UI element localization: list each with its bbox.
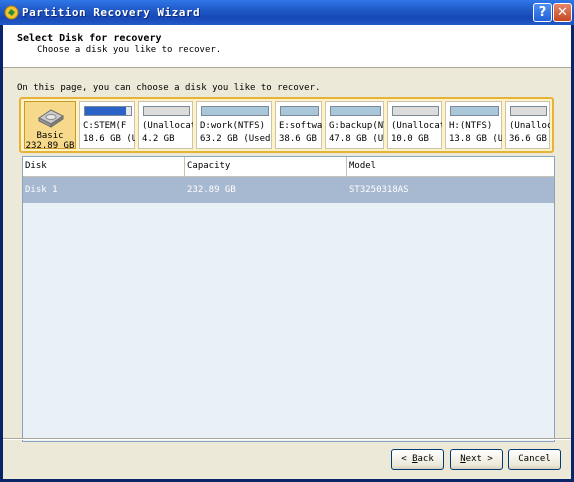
page-subtitle: Choose a disk you like to recover.: [37, 45, 222, 55]
partition-size: 10.0 GB: [391, 134, 429, 144]
partition-tile[interactable]: G:backup(NT 47.8 GB (U: [325, 101, 384, 149]
partition-name: G:backup(NT: [329, 121, 384, 131]
hard-disk-icon: [38, 109, 64, 128]
partition-name: D:work(NTFS): [200, 121, 266, 131]
partition-size: 63.2 GB (Used:: [200, 134, 272, 144]
help-button[interactable]: ?: [533, 3, 552, 22]
model-cell: ST3250318AS: [349, 185, 409, 195]
partition-tile[interactable]: C:STEM(F 18.6 GB (U: [79, 101, 135, 149]
partition-name: (Unallocat: [142, 121, 193, 131]
cancel-button[interactable]: Cancel: [508, 449, 561, 470]
column-header-model[interactable]: Model: [347, 157, 554, 176]
partition-size: 4.2 GB: [142, 134, 175, 144]
disk-type-label: Basic: [36, 131, 64, 141]
instruction-text: On this page, you can choose a disk you …: [17, 83, 321, 93]
partition-tile[interactable]: H:(NTFS) 13.8 GB (U: [445, 101, 502, 149]
wizard-window: Partition Recovery Wizard ? ✕ Select Dis…: [0, 0, 574, 482]
partition-size: 36.6 GB: [509, 134, 547, 144]
partition-size: 38.6 GB: [279, 134, 317, 144]
table-header: Disk Capacity Model: [23, 157, 554, 177]
disk-size-label: 232.89 GB: [25, 141, 75, 151]
partition-size: 18.6 GB (U: [83, 134, 135, 144]
usage-bar: [330, 106, 381, 116]
partition-name: (Unallocat: [391, 121, 442, 131]
usage-bar: [392, 106, 439, 116]
app-icon: [4, 5, 19, 20]
disk-table[interactable]: Disk Capacity Model Disk 1 232.89 GB ST3…: [22, 156, 555, 442]
partition-size: 47.8 GB (U: [329, 134, 384, 144]
usage-bar: [510, 106, 547, 116]
close-button[interactable]: ✕: [553, 3, 572, 22]
back-button[interactable]: < Back: [391, 449, 444, 470]
title-bar[interactable]: Partition Recovery Wizard ? ✕: [0, 0, 574, 25]
usage-bar: [450, 106, 499, 116]
partition-tile[interactable]: (Unallocat 4.2 GB: [138, 101, 193, 149]
partition-tile[interactable]: (Unalloc 36.6 GB: [505, 101, 550, 149]
disk-map: Basic 232.89 GB C:STEM(F 18.6 GB (U (Una…: [19, 97, 554, 153]
client-area: Select Disk for recovery Choose a disk y…: [3, 25, 571, 479]
partition-name: (Unalloc: [509, 121, 550, 131]
usage-bar: [84, 106, 132, 116]
column-header-disk[interactable]: Disk: [23, 157, 185, 176]
partition-name: H:(NTFS): [449, 121, 493, 131]
disk-cell: Disk 1: [25, 185, 58, 195]
page-title: Select Disk for recovery: [17, 33, 162, 44]
partition-size: 13.8 GB (U: [449, 134, 502, 144]
footer-divider: [3, 438, 571, 440]
usage-bar: [280, 106, 319, 116]
next-button[interactable]: Next >: [450, 449, 503, 470]
partition-tile[interactable]: (Unallocat 10.0 GB: [387, 101, 442, 149]
usage-bar: [201, 106, 269, 116]
partition-name: C:STEM(F: [83, 121, 127, 131]
capacity-cell: 232.89 GB: [187, 185, 236, 195]
partition-tile[interactable]: E:softwa 38.6 GB: [275, 101, 322, 149]
partition-name: E:softwa: [279, 121, 322, 131]
disk-basic-tile[interactable]: Basic 232.89 GB: [24, 101, 76, 151]
table-row[interactable]: Disk 1 232.89 GB ST3250318AS: [23, 177, 554, 203]
column-header-capacity[interactable]: Capacity: [185, 157, 347, 176]
partition-tile[interactable]: D:work(NTFS) 63.2 GB (Used:: [196, 101, 272, 149]
window-title: Partition Recovery Wizard: [22, 6, 201, 19]
wizard-header: Select Disk for recovery Choose a disk y…: [3, 25, 571, 68]
usage-bar: [143, 106, 190, 116]
